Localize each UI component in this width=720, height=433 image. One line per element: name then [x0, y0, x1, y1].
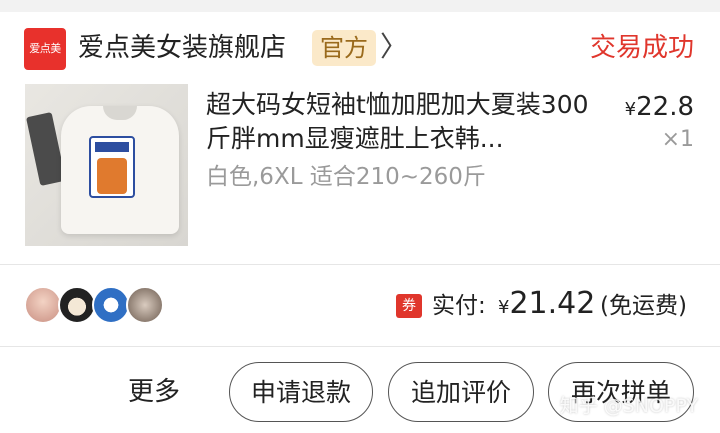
avatar — [92, 286, 130, 324]
decoration-icon — [26, 112, 66, 186]
request-refund-button[interactable]: 申请退款 — [229, 362, 373, 422]
price-value: 22.8 — [636, 92, 694, 122]
avatar — [58, 286, 96, 324]
order-card: 爱点美 爱点美女装旗舰店 官方 〉 交易成功 超大码女短袖t恤加肥加大夏装300… — [0, 12, 720, 433]
product-quantity: ×1 — [661, 127, 694, 152]
divider — [0, 346, 720, 347]
add-review-button[interactable]: 追加评价 — [388, 362, 534, 422]
more-button[interactable]: 更多 — [128, 372, 180, 412]
shipping-note: (免运费) — [600, 293, 687, 319]
product-sku: 白色,6XL 适合210~260斤 — [206, 164, 486, 190]
store-name[interactable]: 爱点美女装旗舰店 — [78, 30, 286, 66]
order-status: 交易成功 — [589, 33, 694, 63]
tshirt-icon — [61, 106, 179, 234]
coupon-icon: 券 — [396, 294, 422, 318]
avatar — [126, 286, 164, 324]
divider — [0, 264, 720, 265]
store-header[interactable]: 爱点美 爱点美女装旗舰店 官方 〉 交易成功 — [0, 12, 720, 82]
chevron-right-icon[interactable]: 〉 — [380, 30, 408, 64]
product-price: ¥22.8 — [625, 90, 694, 127]
product-image[interactable] — [25, 84, 188, 246]
paid-label: 实付: — [432, 293, 486, 319]
watermark: 知乎 @SNOPPY — [559, 395, 698, 417]
product-title[interactable]: 超大码女短袖t恤加肥加大夏装300斤胖mm显瘦遮肚上衣韩... — [206, 88, 590, 156]
store-logo: 爱点美 — [24, 28, 66, 70]
avatar — [24, 286, 62, 324]
shirt-print — [89, 136, 135, 198]
paid-currency: ¥ — [498, 297, 510, 318]
top-gap — [0, 0, 720, 12]
official-badge: 官方 — [312, 30, 376, 66]
paid-value: 21.42 — [509, 286, 596, 321]
price-currency: ¥ — [624, 99, 637, 120]
buyer-avatars[interactable] — [24, 286, 174, 324]
paid-amount: ¥21.42 — [498, 284, 595, 328]
